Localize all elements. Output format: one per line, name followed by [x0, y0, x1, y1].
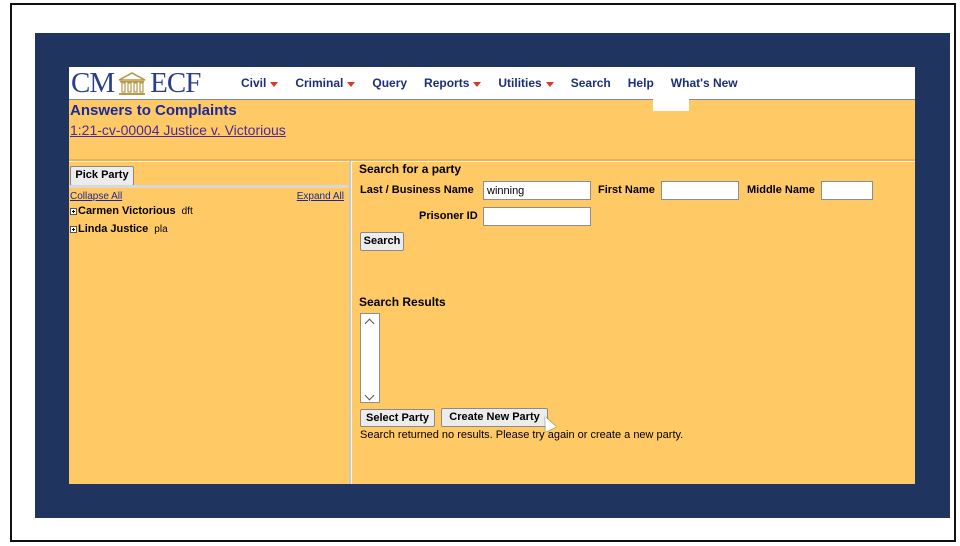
case-link[interactable]: 1:21-cv-00004 Justice v. Victorious	[70, 122, 286, 138]
search-panel: Search for a party Last / Business Name …	[352, 162, 915, 484]
prisoner-id-label: Prisoner ID	[419, 210, 478, 222]
create-new-party-button[interactable]: Create New Party	[441, 408, 548, 427]
first-name-label: First Name	[598, 184, 655, 196]
expand-plus-icon[interactable]	[70, 207, 77, 215]
search-heading: Search for a party	[359, 162, 462, 176]
status-message: Search returned no results. Please try a…	[360, 429, 684, 441]
scroll-down-icon[interactable]	[364, 390, 375, 401]
party-tree-panel: Pick Party Collapse All Expand All Carme…	[69, 162, 348, 484]
last-name-input[interactable]	[483, 181, 591, 200]
courthouse-pillars-icon	[117, 71, 147, 95]
caret-down-icon	[270, 81, 279, 87]
first-name-input[interactable]	[661, 181, 739, 200]
tree-item-party[interactable]: Carmen Victorious dft	[70, 205, 193, 217]
cmecf-app: CM ECF Civil Criminal Query Reports Util…	[69, 67, 915, 484]
select-party-button[interactable]: Select Party	[360, 409, 435, 427]
menu-utilities[interactable]: Utilities	[498, 76, 554, 90]
menu-whats-new[interactable]: What's New	[671, 76, 738, 90]
party-role: dft	[181, 205, 193, 217]
help-tab-indicator	[653, 99, 689, 111]
middle-name-label: Middle Name	[747, 184, 815, 196]
expand-plus-icon[interactable]	[70, 225, 77, 233]
expand-all-link[interactable]: Expand All	[297, 191, 344, 202]
last-name-label: Last / Business Name	[360, 184, 474, 196]
search-results-heading: Search Results	[359, 295, 446, 309]
party-name[interactable]: Linda Justice	[78, 223, 148, 235]
menu-civil[interactable]: Civil	[241, 76, 279, 90]
tree-item-party[interactable]: Linda Justice pla	[70, 223, 168, 235]
page-title: Answers to Complaints	[70, 102, 237, 119]
search-results-list[interactable]	[360, 313, 380, 403]
search-button[interactable]: Search	[360, 232, 404, 251]
main-menu: Civil Criminal Query Reports Utilities S…	[241, 67, 755, 99]
middle-name-input[interactable]	[821, 181, 873, 200]
menu-search[interactable]: Search	[571, 76, 611, 90]
cmecf-logo[interactable]: CM ECF	[71, 66, 201, 99]
caret-down-icon	[473, 81, 482, 87]
menu-help-label: Help	[627, 76, 654, 90]
caret-down-icon	[347, 81, 356, 87]
menu-help[interactable]: Help	[628, 76, 654, 90]
menu-reports-label: Reports	[424, 76, 470, 90]
pick-party-bar	[69, 185, 348, 188]
scroll-up-icon[interactable]	[364, 318, 375, 329]
menu-criminal[interactable]: Criminal	[295, 76, 356, 90]
menu-query[interactable]: Query	[372, 76, 407, 90]
caret-down-icon	[545, 81, 554, 87]
menu-query-label: Query	[372, 76, 408, 90]
party-name[interactable]: Carmen Victorious	[78, 205, 176, 217]
prisoner-id-input[interactable]	[483, 207, 591, 226]
menu-civil-label: Civil	[241, 76, 267, 90]
menu-bar: CM ECF Civil Criminal Query Reports Util…	[69, 67, 915, 100]
menu-utilities-label: Utilities	[498, 76, 542, 90]
pick-party-button[interactable]: Pick Party	[70, 166, 134, 186]
menu-criminal-label: Criminal	[295, 76, 344, 90]
menu-whats-new-label: What's New	[670, 76, 738, 90]
logo-text-right: ECF	[150, 66, 201, 99]
collapse-all-link[interactable]: Collapse All	[70, 191, 122, 202]
party-role: pla	[154, 223, 168, 235]
logo-text-left: CM	[71, 66, 115, 99]
menu-search-label: Search	[570, 76, 611, 90]
menu-reports[interactable]: Reports	[424, 76, 482, 90]
